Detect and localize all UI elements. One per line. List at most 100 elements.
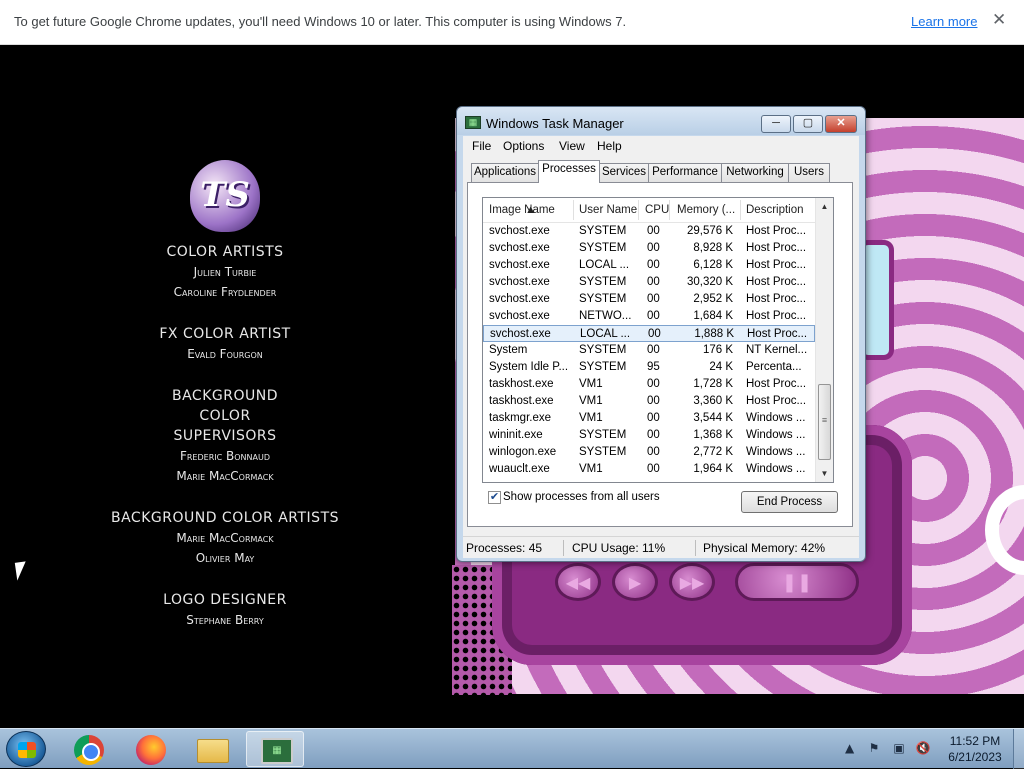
network-icon[interactable]: ▣ — [891, 741, 907, 755]
cell-description: Windows ... — [746, 463, 806, 475]
cell-memory: 3,360 K — [693, 395, 733, 407]
cell-cpu: 00 — [647, 412, 660, 424]
cell-image-name: taskmgr.exe — [489, 412, 551, 424]
task-manager-window[interactable]: ▦ Windows Task Manager ─ ▢ ✕ File Option… — [456, 106, 866, 562]
cell-cpu: 00 — [647, 276, 660, 288]
process-rows: svchost.exe SYSTEM 00 29,576 K Host Proc... … — [483, 223, 815, 478]
table-row[interactable]: taskhost.exe VM1 00 3,360 K Host Proc... — [483, 393, 815, 410]
cell-description: Windows ... — [746, 429, 806, 441]
credit-heading: BACKGROUND COLOR ARTISTS — [110, 510, 340, 526]
show-all-users-label[interactable]: Show processes from all users — [503, 491, 660, 503]
tab-services[interactable]: Services — [599, 163, 649, 182]
cell-image-name: taskhost.exe — [489, 378, 554, 390]
cell-cpu: 00 — [647, 293, 660, 305]
table-row[interactable]: taskhost.exe VM1 00 1,728 K Host Proc... — [483, 376, 815, 393]
menu-help[interactable]: Help — [597, 139, 622, 153]
end-process-button[interactable]: End Process — [741, 491, 838, 513]
column-divider[interactable] — [740, 200, 741, 220]
table-row[interactable]: svchost.exe NETWO... 00 1,684 K Host Proc... — [483, 308, 815, 325]
column-divider[interactable] — [669, 200, 670, 220]
cell-cpu: 00 — [647, 344, 660, 356]
table-row[interactable]: svchost.exe SYSTEM 00 29,576 K Host Proc... — [483, 223, 815, 240]
cell-image-name: svchost.exe — [489, 276, 550, 288]
cell-memory: 29,576 K — [686, 225, 733, 237]
table-row[interactable]: svchost.exe LOCAL ... 00 6,128 K Host Proc..… — [483, 257, 815, 274]
menu-file[interactable]: File — [472, 139, 491, 153]
infobar-message: To get future Google Chrome updates, you… — [14, 14, 627, 29]
chrome-icon — [74, 735, 104, 765]
taskbar-task-manager[interactable]: ▦ — [246, 731, 304, 767]
table-row[interactable]: System SYSTEM 00 176 K NT Kernel... — [483, 342, 815, 359]
taskbar-firefox[interactable] — [121, 731, 179, 767]
cell-image-name: wuauclt.exe — [489, 463, 550, 475]
cell-image-name: wininit.exe — [489, 429, 543, 441]
table-row[interactable]: wuauclt.exe VM1 00 1,964 K Windows ... — [483, 461, 815, 478]
cell-description: Percenta... — [746, 361, 802, 373]
tab-performance[interactable]: Performance — [648, 163, 722, 182]
show-desktop-button[interactable] — [1013, 729, 1024, 769]
tab-processes[interactable]: Processes — [538, 160, 600, 183]
cell-user-name: VM1 — [579, 463, 603, 475]
scrollbar-thumb[interactable]: ≡ — [818, 384, 831, 460]
column-divider[interactable] — [638, 200, 639, 220]
table-row[interactable]: svchost.exe SYSTEM 00 2,952 K Host Proc... — [483, 291, 815, 308]
menu-view[interactable]: View — [559, 139, 585, 153]
process-list[interactable]: ▲ Image Name User Name CPU Memory (... D… — [482, 197, 834, 483]
cell-description: Host Proc... — [746, 378, 807, 390]
vertical-scrollbar[interactable]: ▲ ≡ ▼ — [815, 198, 833, 482]
table-row[interactable]: svchost.exe SYSTEM 00 30,320 K Host Proc... — [483, 274, 815, 291]
column-memory[interactable]: Memory (... — [677, 204, 735, 216]
taskbar-file-explorer[interactable] — [183, 731, 241, 767]
tab-networking[interactable]: Networking — [721, 163, 789, 182]
fast-forward-icon: ▶▶ — [669, 563, 715, 601]
column-user-name[interactable]: User Name — [579, 204, 637, 216]
column-divider[interactable] — [573, 200, 574, 220]
table-row-selected[interactable]: svchost.exe LOCAL ... 00 1,888 K Host Proc..… — [483, 325, 815, 342]
credit-name: Olivier May — [195, 551, 255, 565]
cell-description: Host Proc... — [747, 328, 808, 340]
cell-cpu: 00 — [647, 429, 660, 441]
show-hidden-icons-button[interactable]: ▲ — [845, 741, 854, 755]
credit-heading: FX COLOR ARTIST — [159, 326, 291, 342]
cell-description: Host Proc... — [746, 259, 807, 271]
table-row[interactable]: svchost.exe SYSTEM 00 8,928 K Host Proc... — [483, 240, 815, 257]
cell-description: Host Proc... — [746, 225, 807, 237]
learn-more-link[interactable]: Learn more — [911, 14, 977, 29]
maximize-button[interactable]: ▢ — [793, 115, 823, 133]
close-button[interactable]: ✕ — [825, 115, 857, 133]
volume-muted-icon[interactable]: 🔇 — [915, 741, 931, 755]
status-cpu-usage: CPU Usage: 11% — [572, 541, 666, 555]
minimize-button[interactable]: ─ — [761, 115, 791, 133]
scroll-up-icon[interactable]: ▲ — [816, 198, 833, 215]
column-image-name[interactable]: Image Name — [489, 204, 555, 216]
start-button[interactable] — [6, 731, 46, 767]
credit-name: Julien Turbie — [193, 265, 257, 279]
table-row[interactable]: winlogon.exe SYSTEM 00 2,772 K Windows ... — [483, 444, 815, 461]
table-row[interactable]: wininit.exe SYSTEM 00 1,368 K Windows ... — [483, 427, 815, 444]
cell-user-name: SYSTEM — [579, 225, 627, 237]
close-icon[interactable]: ✕ — [992, 10, 1006, 30]
column-description[interactable]: Description — [746, 204, 804, 216]
tab-applications[interactable]: Applications — [471, 163, 539, 182]
firefox-icon — [136, 735, 166, 765]
system-clock[interactable]: 11:52 PM 6/21/2023 — [940, 733, 1010, 765]
credit-heading: BACKGROUND COLOR SUPERVISORS — [172, 388, 278, 444]
cell-cpu: 00 — [647, 225, 660, 237]
taskbar-chrome[interactable] — [60, 731, 118, 767]
table-row[interactable]: taskmgr.exe VM1 00 3,544 K Windows ... — [483, 410, 815, 427]
credit-name: Caroline Frydlender — [173, 285, 277, 299]
menu-options[interactable]: Options — [503, 139, 544, 153]
cell-memory: 1,888 K — [694, 328, 734, 340]
cell-cpu: 00 — [647, 378, 660, 390]
column-cpu[interactable]: CPU — [645, 204, 669, 216]
menu-bar: File Options View Help — [463, 136, 859, 156]
scroll-down-icon[interactable]: ▼ — [816, 465, 833, 482]
table-row[interactable]: System Idle P... SYSTEM 95 24 K Percenta... — [483, 359, 815, 376]
show-all-users-checkbox[interactable]: ✔ — [488, 491, 501, 504]
status-physical-memory: Physical Memory: 42% — [703, 541, 826, 555]
cell-description: Host Proc... — [746, 310, 807, 322]
title-bar[interactable]: ▦ Windows Task Manager ─ ▢ ✕ — [457, 107, 865, 135]
action-center-flag-icon[interactable]: ⚑ — [866, 741, 882, 755]
credit-group: LOGO DESIGNER Stephane Berry — [100, 590, 350, 630]
tab-users[interactable]: Users — [788, 163, 830, 182]
